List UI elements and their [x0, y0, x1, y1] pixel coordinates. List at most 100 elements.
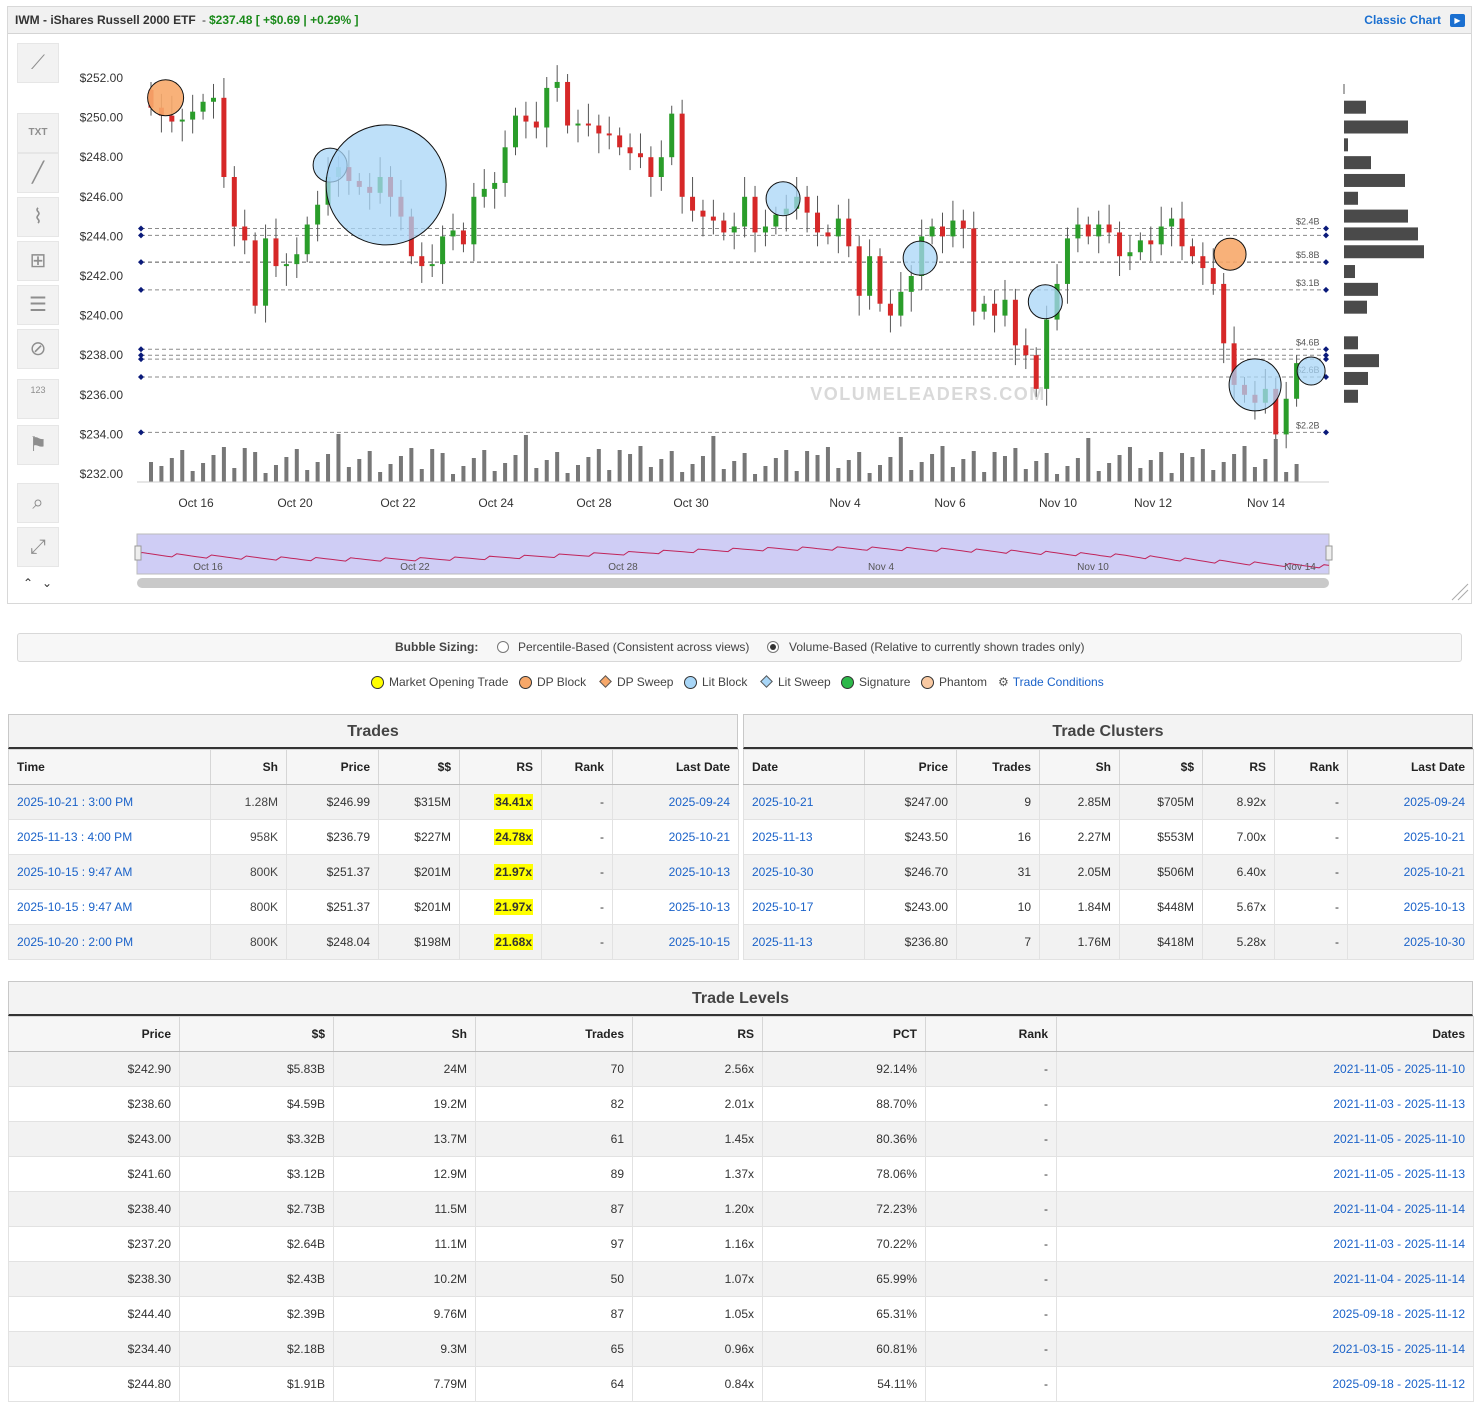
clusters-cell[interactable]: 2025-10-21	[1347, 819, 1474, 855]
cell-link[interactable]: 2025-10-13	[669, 900, 730, 914]
clusters-cell[interactable]: 2025-10-21	[743, 784, 865, 820]
cell-link[interactable]: 2025-11-13 : 4:00 PM	[17, 830, 132, 844]
cell-link[interactable]: 2025-10-15 : 9:47 AM	[17, 865, 132, 879]
levels-cell[interactable]: 2021-03-15 - 2025-11-14	[1056, 1331, 1474, 1367]
trades-table: Trades Time Sh Price $$ RS Rank Last Date 2025…	[8, 714, 739, 960]
clusters-col-header[interactable]: Rank	[1274, 749, 1348, 785]
cell-link[interactable]: 2025-10-21	[669, 830, 730, 844]
levels-cell: 72.23%	[762, 1191, 926, 1227]
trades-cell[interactable]: 2025-10-13	[612, 889, 739, 925]
clusters-cell[interactable]: 2025-10-30	[1347, 924, 1474, 960]
levels-cell[interactable]: 2021-11-04 - 2025-11-14	[1056, 1261, 1474, 1297]
cell-link[interactable]: 2025-10-21	[1404, 830, 1465, 844]
levels-cell[interactable]: 2021-11-04 - 2025-11-14	[1056, 1191, 1474, 1227]
volume-bar	[378, 472, 383, 482]
clusters-cell[interactable]: 2025-11-13	[743, 819, 865, 855]
volume-radio[interactable]	[767, 641, 779, 653]
levels-cell: 2.01x	[632, 1086, 763, 1122]
cell-link[interactable]: 2025-09-24	[669, 795, 730, 809]
trades-cell[interactable]: 2025-09-24	[612, 784, 739, 820]
trades-cell[interactable]: 2025-10-15 : 9:47 AM	[8, 854, 211, 890]
cell-link[interactable]: 2025-11-13	[752, 830, 813, 844]
cell-link[interactable]: 2021-11-05 - 2025-11-10	[1333, 1062, 1465, 1076]
candle-body	[502, 147, 508, 183]
clusters-col-header[interactable]: Last Date	[1347, 749, 1474, 785]
trades-cell[interactable]: 2025-10-21 : 3:00 PM	[8, 784, 211, 820]
levels-cell[interactable]: 2021-11-05 - 2025-11-13	[1056, 1156, 1474, 1192]
cell-link[interactable]: 2021-11-05 - 2025-11-13	[1333, 1167, 1465, 1181]
levels-cell[interactable]: 2025-09-18 - 2025-11-12	[1056, 1366, 1474, 1402]
cell-link[interactable]: 2025-11-13	[752, 935, 813, 949]
trades-cell[interactable]: 2025-10-15	[612, 924, 739, 960]
cell-link[interactable]: 2025-10-15 : 9:47 AM	[17, 900, 132, 914]
levels-cell[interactable]: 2025-09-18 - 2025-11-12	[1056, 1296, 1474, 1332]
cell-link[interactable]: 2021-11-04 - 2025-11-14	[1333, 1202, 1465, 1216]
levels-col-header[interactable]: Dates	[1056, 1016, 1474, 1052]
trades-cell[interactable]: 2025-10-13	[612, 854, 739, 890]
trades-col-header[interactable]: $$	[378, 749, 460, 785]
clusters-cell[interactable]: 2025-10-21	[1347, 854, 1474, 890]
cell-link[interactable]: 2021-11-05 - 2025-11-10	[1333, 1132, 1465, 1146]
levels-col-header[interactable]: $$	[179, 1016, 334, 1052]
trades-cell[interactable]: 2025-10-20 : 2:00 PM	[8, 924, 211, 960]
cell-link[interactable]: 2021-11-03 - 2025-11-14	[1333, 1237, 1465, 1251]
cell-link[interactable]: 2025-10-30	[1404, 935, 1465, 949]
cell-link[interactable]: 2025-10-21	[1404, 865, 1465, 879]
percentile-option-label[interactable]: Percentile-Based (Consistent across view…	[518, 634, 749, 661]
price-chart[interactable]: $252.00 $250.00 $248.00 $246.00 $244.00 $242.…	[8, 34, 1471, 604]
cell-link[interactable]: 2021-11-04 - 2025-11-14	[1333, 1272, 1465, 1286]
clusters-col-header[interactable]: Price	[864, 749, 957, 785]
cell-link[interactable]: 2025-09-24	[1404, 795, 1465, 809]
clusters-col-header[interactable]: Date	[743, 749, 865, 785]
percentile-radio[interactable]	[497, 641, 509, 653]
levels-col-header[interactable]: Trades	[475, 1016, 633, 1052]
trades-cell[interactable]: 2025-10-15 : 9:47 AM	[8, 889, 211, 925]
levels-col-header[interactable]: Price	[8, 1016, 180, 1052]
levels-col-header[interactable]: PCT	[762, 1016, 926, 1052]
trades-col-header[interactable]: Price	[286, 749, 379, 785]
legend-trade-conditions[interactable]: ⚙ Trade Conditions	[998, 675, 1104, 690]
cell-link[interactable]: 2025-10-15	[669, 935, 730, 949]
clusters-col-header[interactable]: $$	[1119, 749, 1203, 785]
cell-link[interactable]: 2025-10-30	[752, 865, 813, 879]
trades-col-header[interactable]: Sh	[210, 749, 287, 785]
cell-value: 87	[610, 1202, 624, 1216]
cell-link[interactable]: 2025-09-18 - 2025-11-12	[1332, 1377, 1465, 1391]
cell-link[interactable]: 2021-11-03 - 2025-11-13	[1333, 1097, 1465, 1111]
cell-link[interactable]: 2025-10-20 : 2:00 PM	[17, 935, 133, 949]
play-icon[interactable]: ▶	[1450, 14, 1465, 27]
trades-col-header[interactable]: Last Date	[612, 749, 739, 785]
clusters-col-header[interactable]: RS	[1202, 749, 1275, 785]
y-tick-label: $242.00	[80, 269, 124, 283]
cell-link[interactable]: 2025-10-13	[669, 865, 730, 879]
clusters-col-header[interactable]: Sh	[1039, 749, 1120, 785]
clusters-cell[interactable]: 2025-10-13	[1347, 889, 1474, 925]
levels-cell[interactable]: 2021-11-05 - 2025-11-10	[1056, 1121, 1474, 1157]
cell-link[interactable]: 2025-10-21	[752, 795, 813, 809]
clusters-cell[interactable]: 2025-09-24	[1347, 784, 1474, 820]
trades-col-header[interactable]: RS	[459, 749, 542, 785]
levels-col-header[interactable]: RS	[632, 1016, 763, 1052]
levels-cell[interactable]: 2021-11-03 - 2025-11-13	[1056, 1086, 1474, 1122]
cell-link[interactable]: 2025-10-17	[752, 900, 813, 914]
clusters-cell[interactable]: 2025-10-30	[743, 854, 865, 890]
trades-cell[interactable]: 2025-11-13 : 4:00 PM	[8, 819, 211, 855]
classic-chart-link[interactable]: Classic Chart	[1364, 7, 1441, 34]
trades-col-header[interactable]: Time	[8, 749, 211, 785]
cell-link[interactable]: 2021-03-15 - 2025-11-14	[1332, 1342, 1465, 1356]
levels-col-header[interactable]: Sh	[333, 1016, 476, 1052]
clusters-col-header[interactable]: Trades	[956, 749, 1040, 785]
trades-col-header[interactable]: Rank	[541, 749, 613, 785]
trades-cell: -	[541, 819, 613, 855]
levels-cell[interactable]: 2021-11-05 - 2025-11-10	[1056, 1051, 1474, 1087]
levels-cell[interactable]: 2021-11-03 - 2025-11-14	[1056, 1226, 1474, 1262]
cell-link[interactable]: 2025-10-21 : 3:00 PM	[17, 795, 133, 809]
trades-cell[interactable]: 2025-10-21	[612, 819, 739, 855]
cell-link[interactable]: 2025-10-13	[1404, 900, 1465, 914]
legend-circle-icon	[371, 676, 384, 689]
levels-col-header[interactable]: Rank	[925, 1016, 1057, 1052]
cell-link[interactable]: 2025-09-18 - 2025-11-12	[1332, 1307, 1465, 1321]
volume-option-label[interactable]: Volume-Based (Relative to currently show…	[789, 634, 1084, 661]
clusters-cell[interactable]: 2025-10-17	[743, 889, 865, 925]
clusters-cell[interactable]: 2025-11-13	[743, 924, 865, 960]
